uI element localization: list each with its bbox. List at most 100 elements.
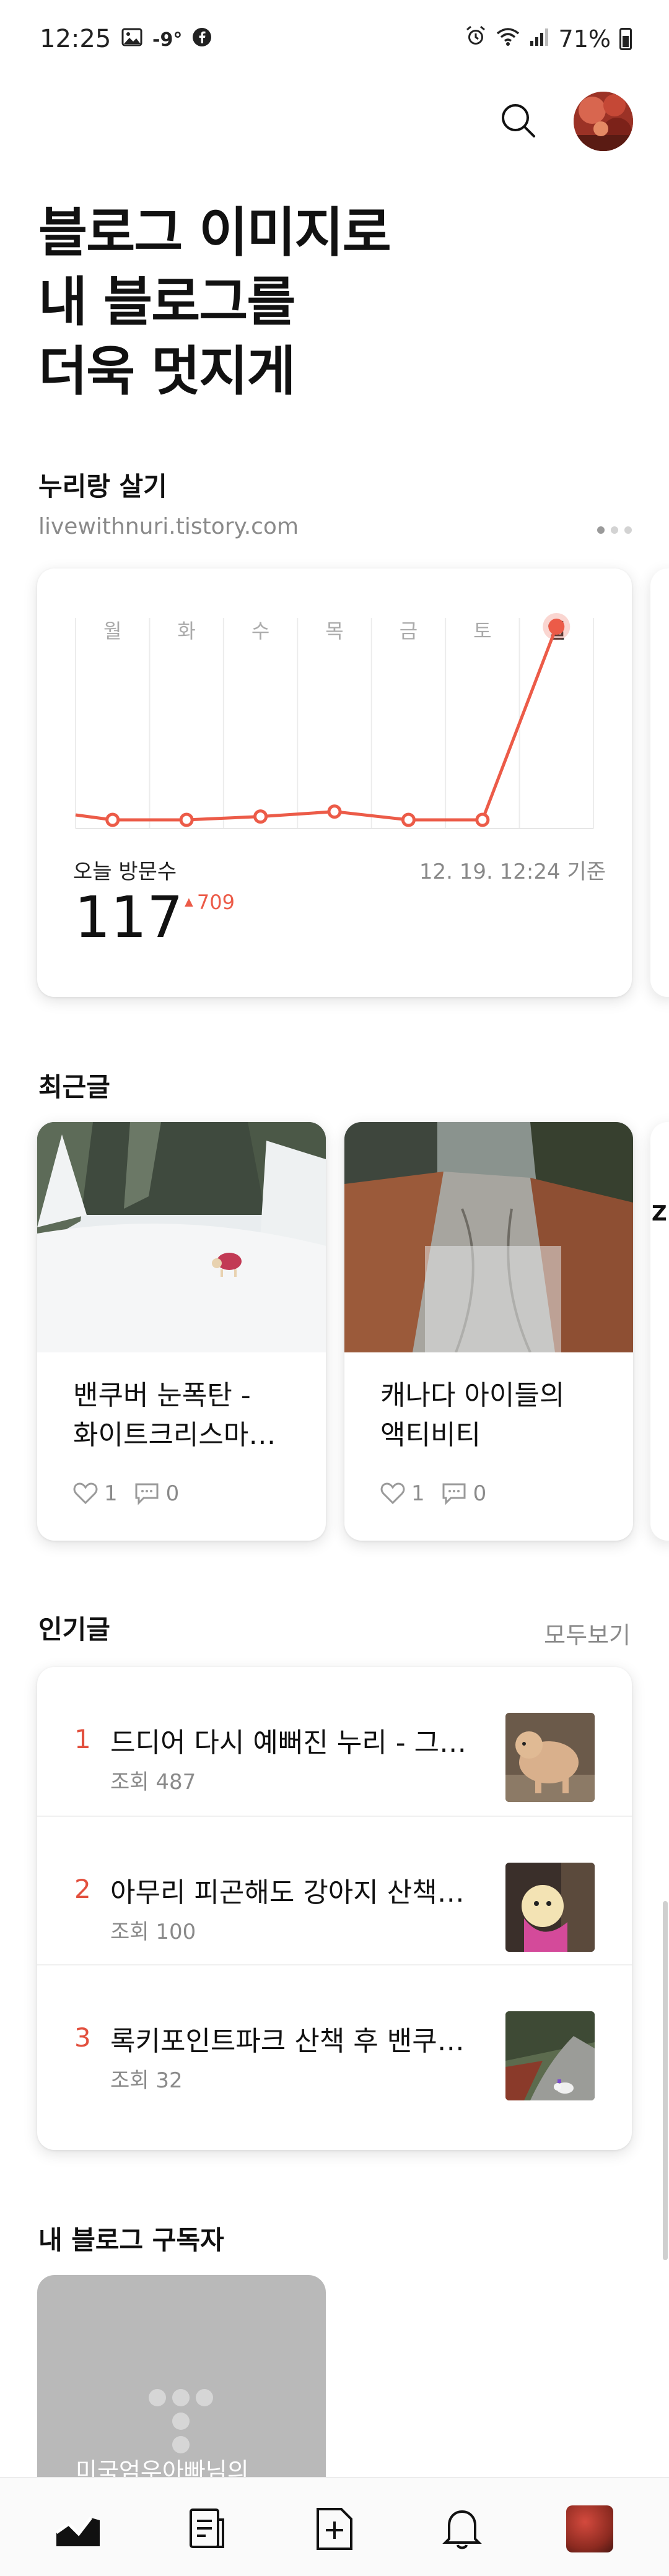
blog-name[interactable]: 누리랑 살기 <box>38 466 167 503</box>
chart-point <box>475 812 490 827</box>
popular-post-views: 조회 487 <box>110 1770 196 1795</box>
comments-count: 0 <box>165 1481 180 1506</box>
post-thumbnail <box>37 1122 326 1352</box>
popular-posts-card: 1 드디어 다시 예뻐진 누리 - 그… 조회 487 2 아무리 피곤해도 강… <box>37 1667 632 2150</box>
next-blog-card-peek[interactable] <box>650 568 669 997</box>
signal-icon <box>529 25 550 53</box>
nav-stats[interactable] <box>52 2503 104 2555</box>
chart-day-label: 월 <box>103 619 121 643</box>
today-visitors-label: 오늘 방문수 <box>73 859 177 884</box>
popular-post-item[interactable]: 1 드디어 다시 예뻐진 누리 - 그… 조회 487 <box>37 1667 632 1816</box>
popular-post-views: 조회 100 <box>110 1920 196 1944</box>
likes-count: 1 <box>104 1481 118 1506</box>
post-title: 밴쿠버 눈폭탄 - 화이트크리스마… <box>73 1376 301 1455</box>
nav-profile[interactable] <box>564 2503 616 2555</box>
chart-day-label: 토 <box>473 619 491 643</box>
popular-posts-title: 인기글 <box>38 1614 110 1645</box>
status-time: 12:25 <box>40 25 112 53</box>
recent-post-card[interactable]: 밴쿠버 눈폭탄 - 화이트크리스마… 1 0 <box>37 1122 326 1541</box>
facebook-icon <box>192 27 212 52</box>
search-icon[interactable] <box>498 100 538 142</box>
post-title-line: 캐나다 아이들의 <box>380 1380 565 1411</box>
status-left-icons: -9° <box>121 27 212 52</box>
header-actions <box>498 92 633 151</box>
wifi-icon <box>496 25 520 53</box>
chart-point-highlight <box>548 619 565 635</box>
gallery-icon <box>121 28 142 51</box>
chart-day-label: 화 <box>177 619 195 643</box>
chart-point <box>105 812 120 827</box>
comment-icon <box>135 1483 159 1505</box>
chart-point <box>253 809 268 824</box>
nav-posts[interactable] <box>181 2503 233 2555</box>
visitors-timestamp: 12. 19. 12:24 기준 <box>419 859 606 884</box>
post-title-line: 화이트크리스마… <box>73 1419 276 1451</box>
next-post-card-peek[interactable]: Z <box>650 1122 669 1541</box>
popular-post-thumbnail <box>505 1713 595 1802</box>
alarm-icon <box>465 25 487 53</box>
nav-write[interactable] <box>308 2503 361 2555</box>
profile-avatar[interactable] <box>574 92 633 151</box>
heart-icon <box>380 1482 405 1505</box>
chart-point <box>179 812 194 827</box>
heart-icon <box>73 1482 98 1505</box>
battery-icon <box>619 27 632 50</box>
popular-post-title: 드디어 다시 예뻐진 누리 - 그… <box>110 1727 467 1759</box>
pager-dot <box>597 526 605 534</box>
post-stats: 1 0 <box>380 1481 486 1506</box>
status-right-icons: 71% <box>465 25 632 53</box>
bottom-nav <box>0 2477 669 2576</box>
write-icon <box>317 2508 352 2550</box>
post-stats: 1 0 <box>73 1481 179 1506</box>
comment-icon <box>442 1483 466 1505</box>
scrollbar[interactable] <box>663 1901 668 2260</box>
blog-url: livewithnuri.tistory.com <box>38 514 299 539</box>
popular-post-title: 아무리 피곤해도 강아지 산책… <box>110 1877 465 1908</box>
likes-stat: 1 <box>380 1481 425 1506</box>
pager-dot <box>611 526 618 534</box>
popular-post-thumbnail <box>505 2011 595 2100</box>
post-thumbnail <box>344 1122 633 1353</box>
post-title-line: 액티비티 <box>380 1419 481 1451</box>
status-bar: 12:25 -9° 71% <box>0 0 669 80</box>
today-visitors-count: 117 <box>74 884 183 951</box>
popular-post-title: 록키포인트파크 산책 후 밴쿠… <box>110 2026 465 2057</box>
chart-day-label: 수 <box>251 619 269 643</box>
tistory-logo-icon <box>144 2387 218 2457</box>
temperature-text: -9° <box>152 28 183 51</box>
popular-rank: 1 <box>74 1724 91 1754</box>
chart-day-label: 목 <box>325 619 343 643</box>
pager-dot <box>624 526 632 534</box>
popular-post-item[interactable]: 3 록키포인트파크 산책 후 밴쿠… 조회 32 <box>37 1964 632 2113</box>
post-title-line: 밴쿠버 눈폭탄 - <box>73 1380 251 1411</box>
pager-dots <box>597 526 632 534</box>
popular-rank: 3 <box>74 2022 91 2053</box>
see-all-link[interactable]: 모두보기 <box>544 1616 631 1650</box>
popular-post-item[interactable]: 2 아무리 피곤해도 강아지 산책… 조회 100 <box>37 1816 632 1964</box>
comments-stat: 0 <box>134 1481 180 1506</box>
recent-posts-title: 최근글 <box>38 1072 110 1102</box>
post-title: 캐나다 아이들의 액티비티 <box>380 1376 608 1455</box>
subscribers-title: 내 블로그 구독자 <box>38 2225 224 2255</box>
stats-icon <box>55 2517 100 2546</box>
hero-line-2: 내 블로그를 <box>38 271 296 333</box>
likes-stat: 1 <box>73 1481 118 1506</box>
profile-avatar <box>566 2505 613 2552</box>
recent-post-card[interactable]: 캐나다 아이들의 액티비티 1 0 <box>344 1122 633 1541</box>
chart-day-label: 금 <box>400 619 418 643</box>
peek-post-text: Z <box>652 1201 667 1226</box>
posts-icon <box>190 2509 224 2548</box>
visitors-delta: 709 <box>185 890 235 914</box>
comments-stat: 0 <box>441 1481 487 1506</box>
bell-icon <box>442 2510 482 2549</box>
chart-point <box>401 812 416 827</box>
comments-count: 0 <box>473 1481 487 1506</box>
hero-line-3: 더욱 멋지게 <box>38 341 296 402</box>
hero-line-1: 블로그 이미지로 <box>38 202 391 264</box>
chart-point <box>327 804 342 819</box>
likes-count: 1 <box>411 1481 425 1506</box>
popular-rank: 2 <box>74 1874 91 1904</box>
popular-post-views: 조회 32 <box>110 2068 183 2093</box>
nav-notifications[interactable] <box>436 2503 488 2555</box>
hero-title: 블로그 이미지로 내 블로그를 더욱 멋지게 <box>38 198 391 406</box>
